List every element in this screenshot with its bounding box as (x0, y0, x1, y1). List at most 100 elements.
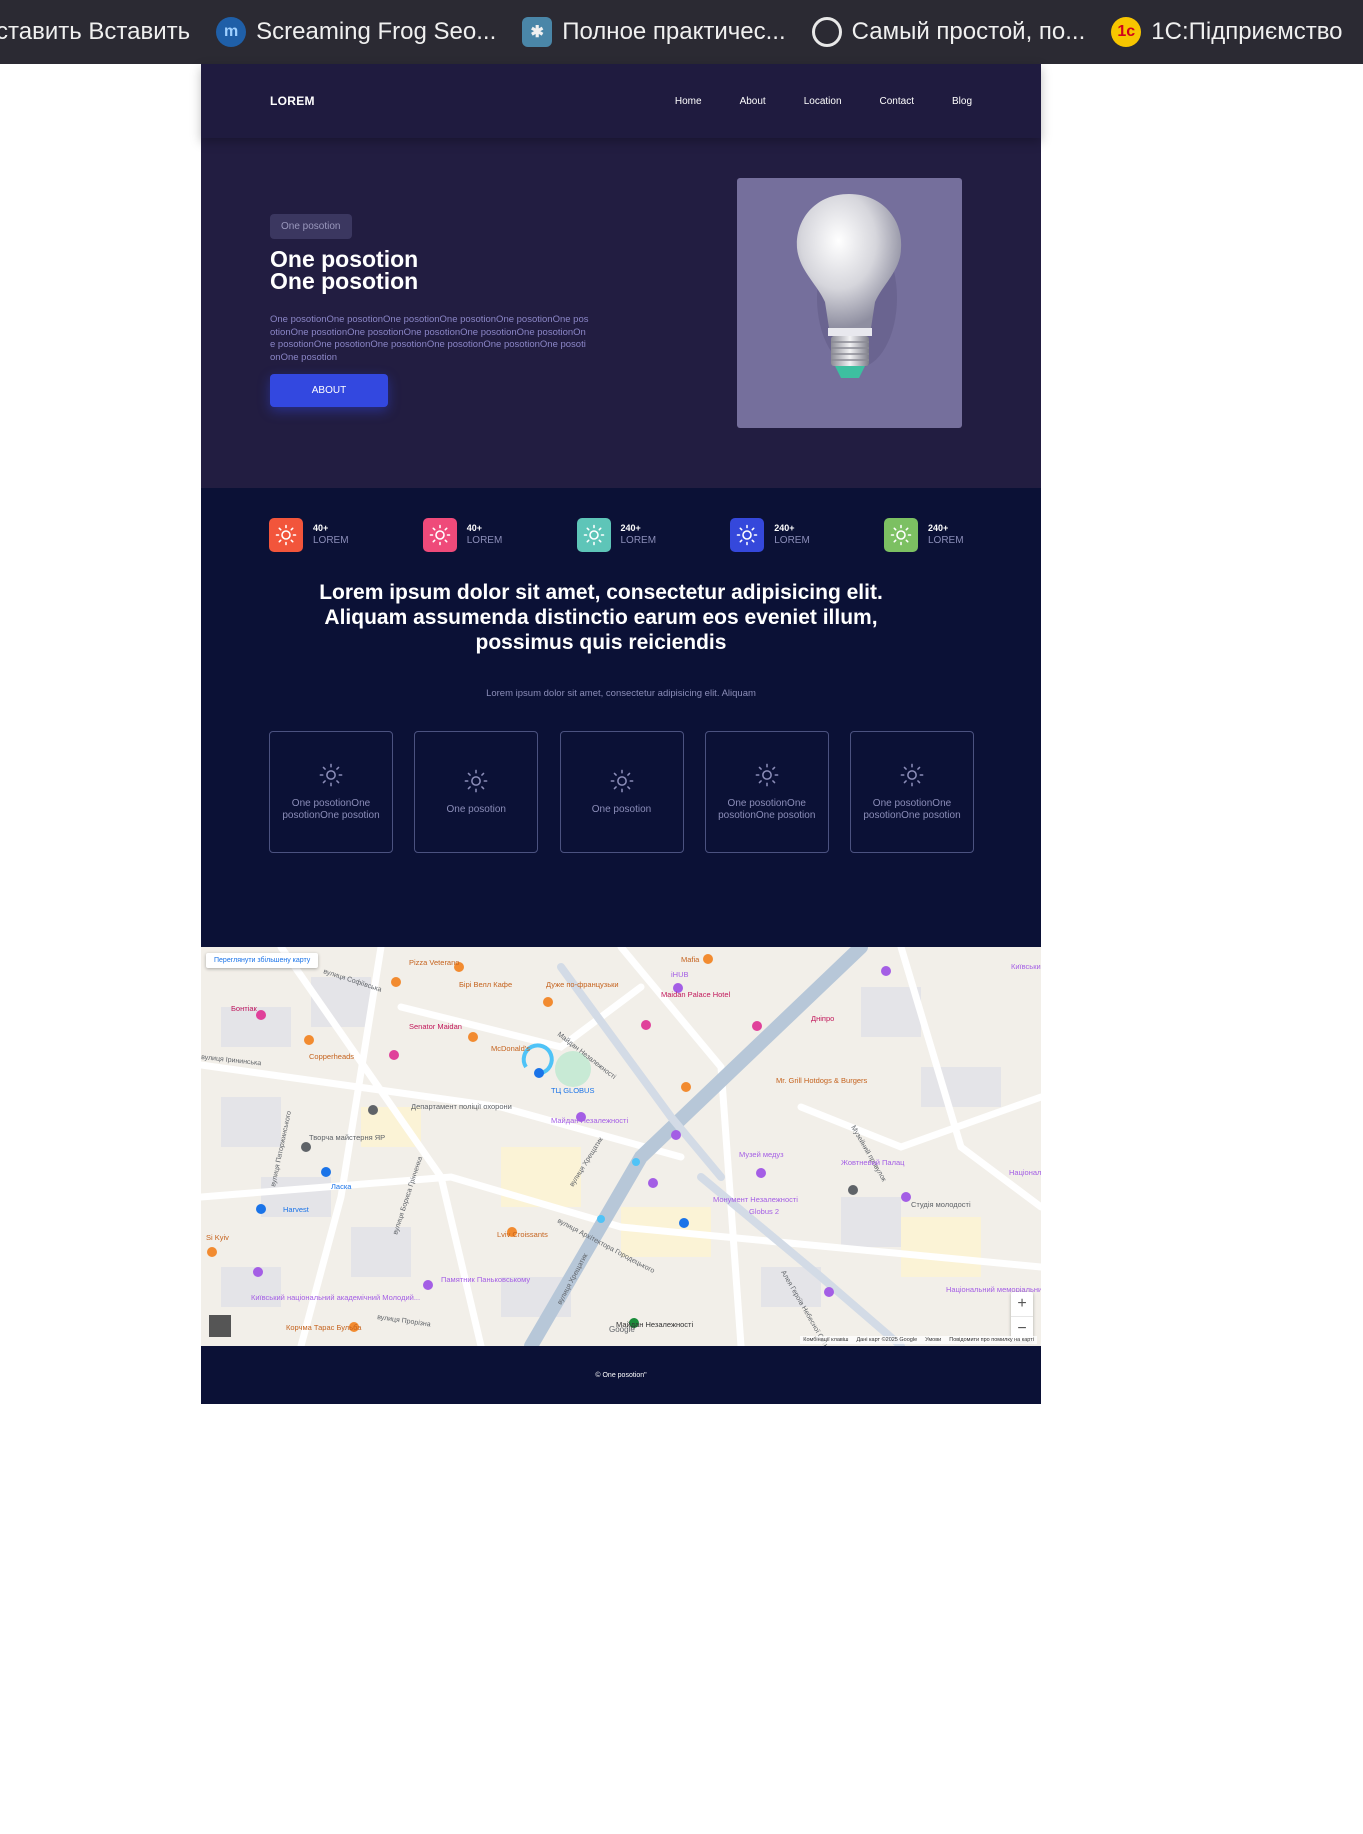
sun-icon (610, 769, 633, 793)
map-place-label: Lviv Croissants (497, 1230, 548, 1239)
bookmark-label: Screaming Frog Seo... (256, 18, 497, 45)
stat-item: 240+ LOREM (576, 518, 667, 552)
map-place-label: Senator Maidan (409, 1022, 462, 1031)
map-place-label: Mr. Grill Hotdogs & Burgers (776, 1076, 868, 1085)
map-attribution: Комбінації клавіш Дані карт ©2025 Google… (800, 1336, 1037, 1344)
stat-label: LOREM (928, 535, 964, 546)
sun-icon (464, 769, 488, 793)
location-map[interactable]: вулиця Софіївська Майдан Незалежності ву… (201, 947, 1041, 1346)
nav-location[interactable]: Location (804, 96, 842, 107)
sun-icon (319, 763, 343, 787)
bookmark-paste[interactable]: ставить Вставить (0, 18, 190, 46)
nav-blog[interactable]: Blog (952, 96, 972, 107)
sun-icon (900, 763, 924, 787)
map-place-label: Київський театр (1011, 962, 1041, 971)
bookmark-practical-guide[interactable]: ✱ Полное практичес... (522, 17, 786, 47)
report-error-link[interactable]: Повідомити про помилку на карті (949, 1337, 1034, 1343)
map-place-label: Студія молодості (911, 1200, 971, 1209)
stat-label: LOREM (466, 535, 503, 546)
map-place-label: Ласка (331, 1182, 352, 1191)
map-place-label: Майдан Незалежності (551, 1116, 628, 1125)
about-button[interactable]: ABOUT (270, 374, 388, 407)
feature-card-label: One posotionOne posotionOne posotion (282, 798, 380, 821)
feature-card[interactable]: One posotion (414, 731, 539, 853)
map-place-label: Творча майстерня ЯР (309, 1133, 385, 1142)
stat-value: 40+ (313, 523, 329, 533)
map-street-label: вулиця Прорізна (377, 1313, 432, 1328)
feature-card-label: One posotionOne posotionOne posotion (718, 798, 816, 821)
stats-row: 40+ LOREM 40+ LOREM 240+ LOREM 240+ LORE… (269, 518, 974, 552)
feature-card[interactable]: One posotionOne posotionOne posotion (269, 731, 393, 853)
stat-value: 240+ (928, 523, 949, 533)
feature-card[interactable]: One posotionOne posotionOne posotion (704, 731, 829, 853)
stat-item: 240+ LOREM (884, 518, 974, 552)
site-logo[interactable]: LOREM (270, 94, 315, 108)
stat-value: 40+ (466, 523, 483, 533)
bookmark-simple[interactable]: Самый простой, по... (811, 17, 1085, 47)
sun-icon (730, 518, 765, 552)
feature-card[interactable]: One posotionOne posotionOne posotion (850, 731, 974, 853)
keyboard-shortcuts-link[interactable]: Комбінації клавіш (803, 1337, 848, 1343)
hero-title: One posotion One posotion (270, 248, 418, 293)
1c-icon: 1c (1111, 17, 1142, 47)
map-place-label: Copperheads (309, 1052, 354, 1061)
map-data-text: Дані карт ©2025 Google (856, 1337, 918, 1343)
map-place-label: Harvest (283, 1205, 310, 1214)
hero-text: One posotionOne posotionOne posotionOne … (270, 314, 589, 363)
bookmark-screaming-frog[interactable]: m Screaming Frog Seo... (216, 17, 496, 47)
stat-value: 240+ (620, 523, 641, 533)
map-canvas[interactable]: вулиця Софіївська Майдан Незалежності ву… (201, 947, 1041, 1346)
sun-icon (755, 763, 779, 787)
map-place-label: Pizza Veterano (409, 958, 459, 967)
map-place-label: Корчма Тарас Бульба (286, 1323, 362, 1332)
puzzle-icon: ✱ (522, 17, 553, 47)
map-place-label: iHUB (671, 970, 689, 979)
map-place-label: Maidan Palace Hotel (661, 990, 731, 999)
map-street-label: вулиця Бориса Грінченка (391, 1156, 424, 1236)
features-title: Lorem ipsum dolor sit amet, consectetur … (319, 581, 883, 654)
stat-label: LOREM (774, 535, 810, 546)
map-place-label: Mafia (681, 955, 700, 964)
map-place-label: Департамент поліції охорони (411, 1102, 512, 1111)
feature-cards: One posotionOne posotionOne posotion One… (269, 731, 974, 853)
map-place-label: Бонтіак (231, 1004, 258, 1013)
features-subtitle: Lorem ipsum dolor sit amet, consectetur … (486, 688, 756, 699)
view-larger-map-link[interactable]: Переглянути збільшену карту (206, 953, 319, 968)
stat-label: LOREM (620, 535, 657, 546)
map-place-label: Монумент Незалежності (713, 1195, 798, 1204)
nav-contact[interactable]: Contact (880, 96, 914, 107)
map-place-label: Жовтневий Палац (841, 1158, 905, 1167)
map-place-label: Музей медуз (739, 1150, 784, 1159)
footer-copyright: © One posotion" (595, 1371, 647, 1379)
nav-home[interactable]: Home (675, 96, 702, 107)
map-place-label: Київський національний академічний Молод… (251, 1293, 420, 1302)
sun-icon (884, 518, 918, 552)
google-logo: Google (609, 1325, 635, 1334)
site-footer: © One posotion" (201, 1346, 1041, 1404)
map-place-label: Globus 2 (749, 1207, 779, 1216)
bookmarks-bar: ставить Вставить m Screaming Frog Seo...… (0, 0, 1363, 64)
features-section: 40+ LOREM 40+ LOREM 240+ LOREM 240+ LORE… (201, 488, 1041, 947)
nav-about[interactable]: About (740, 96, 766, 107)
feature-card-label: One posotionOne posotionOne posotion (863, 798, 961, 821)
main-nav: Home About Location Contact Blog (675, 96, 972, 107)
map-place-label: Бірі Велл Кафе (459, 980, 512, 989)
stat-item: 40+ LOREM (269, 518, 359, 552)
feature-card-label: One posotion (446, 804, 507, 815)
stat-item: 240+ LOREM (730, 518, 820, 552)
map-place-label: Дуже по-французьки (546, 980, 619, 989)
feature-card[interactable]: One posotion (559, 731, 684, 853)
terms-link[interactable]: Умови (925, 1337, 941, 1343)
zoom-in-button[interactable]: + (1011, 1292, 1033, 1316)
qr-code-icon (209, 1315, 231, 1337)
map-place-label: Дніпро (811, 1014, 834, 1023)
bookmark-1c[interactable]: 1c 1С:Підприємство (1111, 17, 1343, 47)
map-place-label: Памятник Паньковському (441, 1275, 530, 1284)
hero-section: One posotion One posotion One posotion O… (201, 138, 1041, 488)
site-header: LOREM Home About Location Contact Blog (201, 64, 1041, 138)
frog-icon: m (216, 17, 247, 47)
map-place-label: Si Kyiv (206, 1233, 229, 1242)
bookmark-label: Полное практичес... (562, 18, 786, 45)
map-place-label: Національний музей (1009, 1168, 1041, 1177)
feature-card-label: One posotion (591, 804, 652, 815)
